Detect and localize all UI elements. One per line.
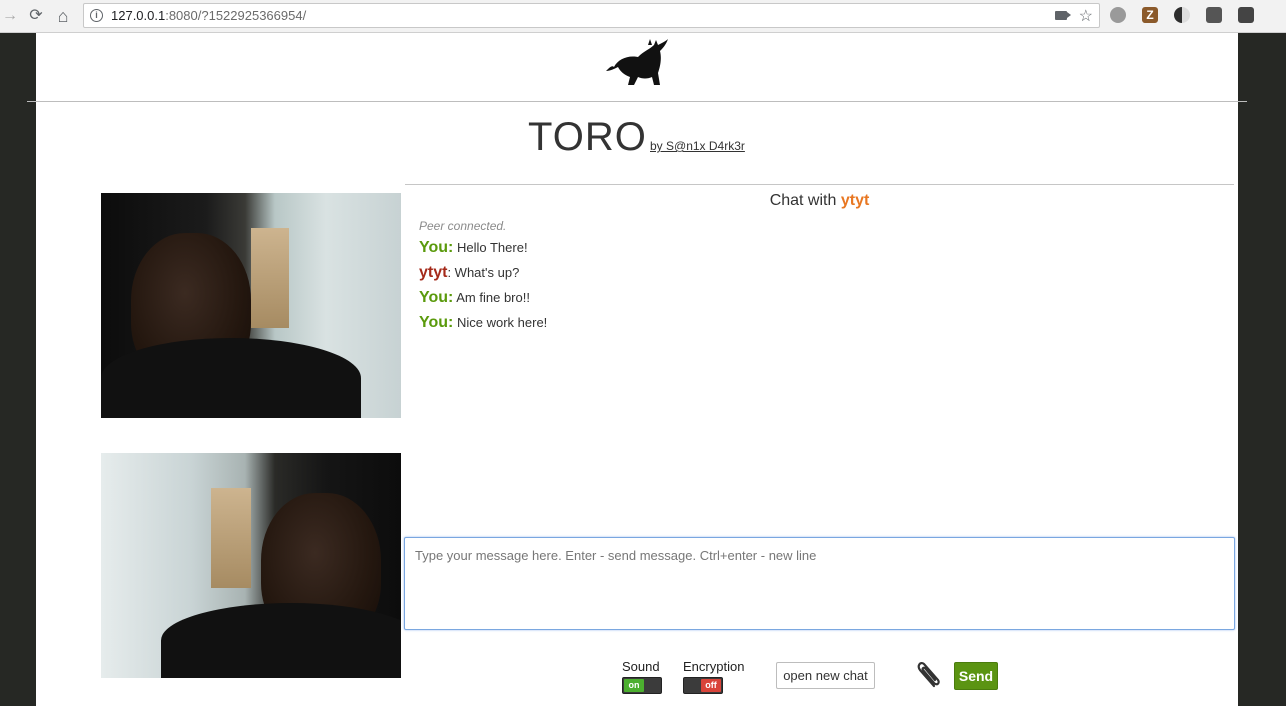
message-text: Hello There! [456, 240, 528, 255]
camera-icon[interactable] [1055, 11, 1071, 20]
paperclip-icon[interactable] [912, 658, 944, 692]
peer-name: ytyt [840, 192, 870, 209]
remote-video [101, 193, 401, 418]
sound-toggle-state: on [624, 679, 644, 692]
extension-markdown-icon[interactable] [1238, 7, 1254, 23]
chat-divider [405, 184, 1234, 185]
encryption-label: Encryption [683, 659, 745, 674]
message-text: Am fine bro!! [456, 290, 530, 305]
message-sender: You: [419, 289, 454, 306]
url-text[interactable]: 127.0.0.1:8080/?1522925366954/ [111, 8, 306, 23]
message-item: You: Hello There! [419, 239, 547, 264]
sound-toggle[interactable]: on [622, 677, 662, 694]
page: TORO by S@n1x D4rk3r Chat with ytyt Peer… [36, 33, 1238, 706]
chat-header: Chat with ytyt [405, 192, 1234, 210]
author-link[interactable]: by S@n1x D4rk3r [650, 139, 745, 153]
extension-icon-1[interactable] [1110, 7, 1126, 23]
page-title: TORO [528, 115, 647, 159]
address-bar[interactable]: i 127.0.0.1:8080/?1522925366954/ ☆ [83, 3, 1100, 28]
reload-icon[interactable]: ⟳ [26, 6, 46, 26]
message-text: : What's up? [447, 265, 520, 280]
header-divider [27, 101, 1247, 102]
message-text: Nice work here! [456, 315, 548, 330]
browser-toolbar: → ⟳ ⌂ i 127.0.0.1:8080/?1522925366954/ ☆… [0, 0, 1286, 33]
extension-contrast-icon[interactable] [1174, 7, 1190, 23]
local-video [101, 453, 401, 678]
remote-shirt [101, 338, 361, 418]
message-input[interactable] [404, 537, 1235, 630]
local-shirt [161, 603, 401, 678]
message-sender: You: [419, 239, 454, 256]
extension-zotero-icon[interactable]: Z [1142, 7, 1158, 23]
extension-screen-icon[interactable] [1206, 7, 1222, 23]
sound-label: Sound [622, 659, 660, 674]
chat-with-label: Chat with [769, 192, 837, 209]
home-icon[interactable]: ⌂ [53, 6, 73, 26]
url-host: 127.0.0.1 [111, 8, 166, 23]
background-box [211, 488, 251, 588]
message-item: You: Am fine bro!! [419, 289, 547, 314]
bookmark-star-icon[interactable]: ☆ [1079, 6, 1093, 26]
info-icon[interactable]: i [90, 9, 103, 22]
message-item: ytyt: What's up? [419, 264, 547, 289]
bull-logo-icon [606, 39, 668, 85]
message-item: You: Nice work here! [419, 314, 547, 339]
forward-icon[interactable]: → [0, 6, 20, 26]
background-box [251, 228, 289, 328]
system-message: Peer connected. [419, 219, 507, 233]
encryption-toggle-state: off [701, 679, 721, 692]
open-new-chat-button[interactable]: open new chat [776, 662, 875, 689]
message-sender: You: [419, 314, 454, 331]
url-path: :8080/?1522925366954/ [165, 8, 307, 23]
encryption-toggle[interactable]: off [683, 677, 723, 694]
message-list: Peer connected. You: Hello There! ytyt: … [419, 219, 547, 339]
send-button[interactable]: Send [954, 662, 998, 690]
message-sender: ytyt [419, 264, 448, 281]
